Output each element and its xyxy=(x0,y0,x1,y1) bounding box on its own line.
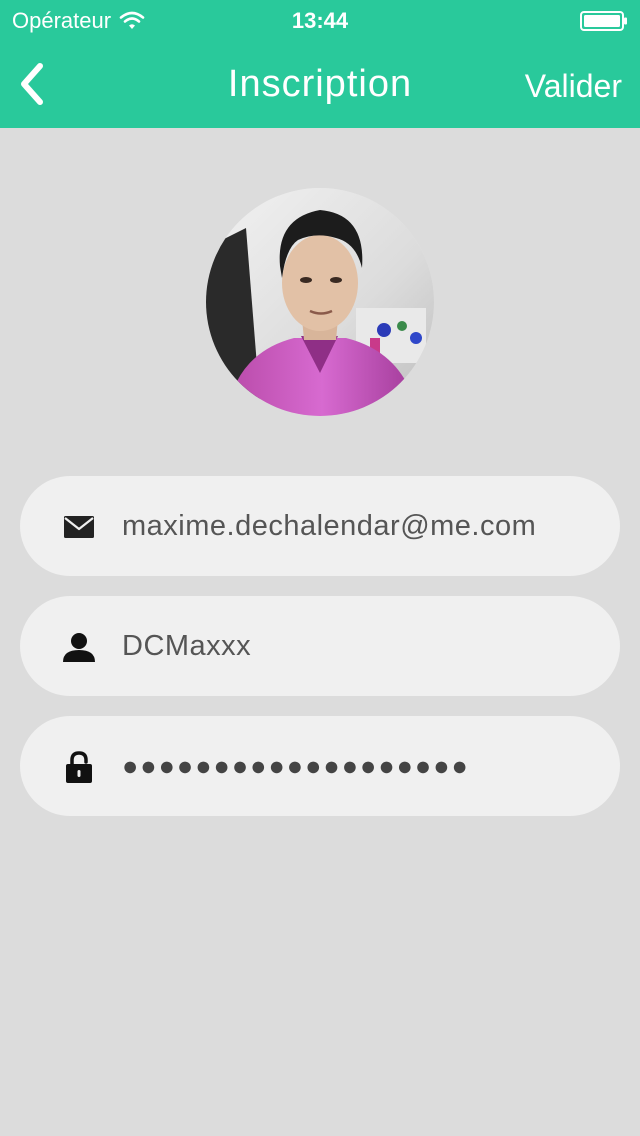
email-field[interactable]: maxime.dechalendar@me.com xyxy=(20,476,620,576)
email-value: maxime.dechalendar@me.com xyxy=(122,510,537,542)
user-icon xyxy=(62,630,96,664)
password-field[interactable]: ●●●●●●●●●●●●●●●●●●● xyxy=(20,716,620,816)
password-value: ●●●●●●●●●●●●●●●●●●● xyxy=(122,751,470,781)
navigation-bar: Inscription Valider xyxy=(0,40,640,128)
status-bar: Opérateur 13:44 xyxy=(0,0,640,40)
username-value: DCMaxxx xyxy=(122,630,252,662)
status-time: 13:44 xyxy=(291,8,349,33)
avatar[interactable] xyxy=(206,188,434,416)
validate-button[interactable]: Valider xyxy=(525,66,622,106)
lock-icon xyxy=(62,750,96,784)
battery-icon xyxy=(580,11,627,31)
username-field[interactable]: DCMaxxx xyxy=(20,596,620,696)
profile-photo xyxy=(206,188,434,416)
envelope-icon xyxy=(62,510,96,544)
header: Opérateur 13:44 Inscription Valider xyxy=(0,0,640,128)
